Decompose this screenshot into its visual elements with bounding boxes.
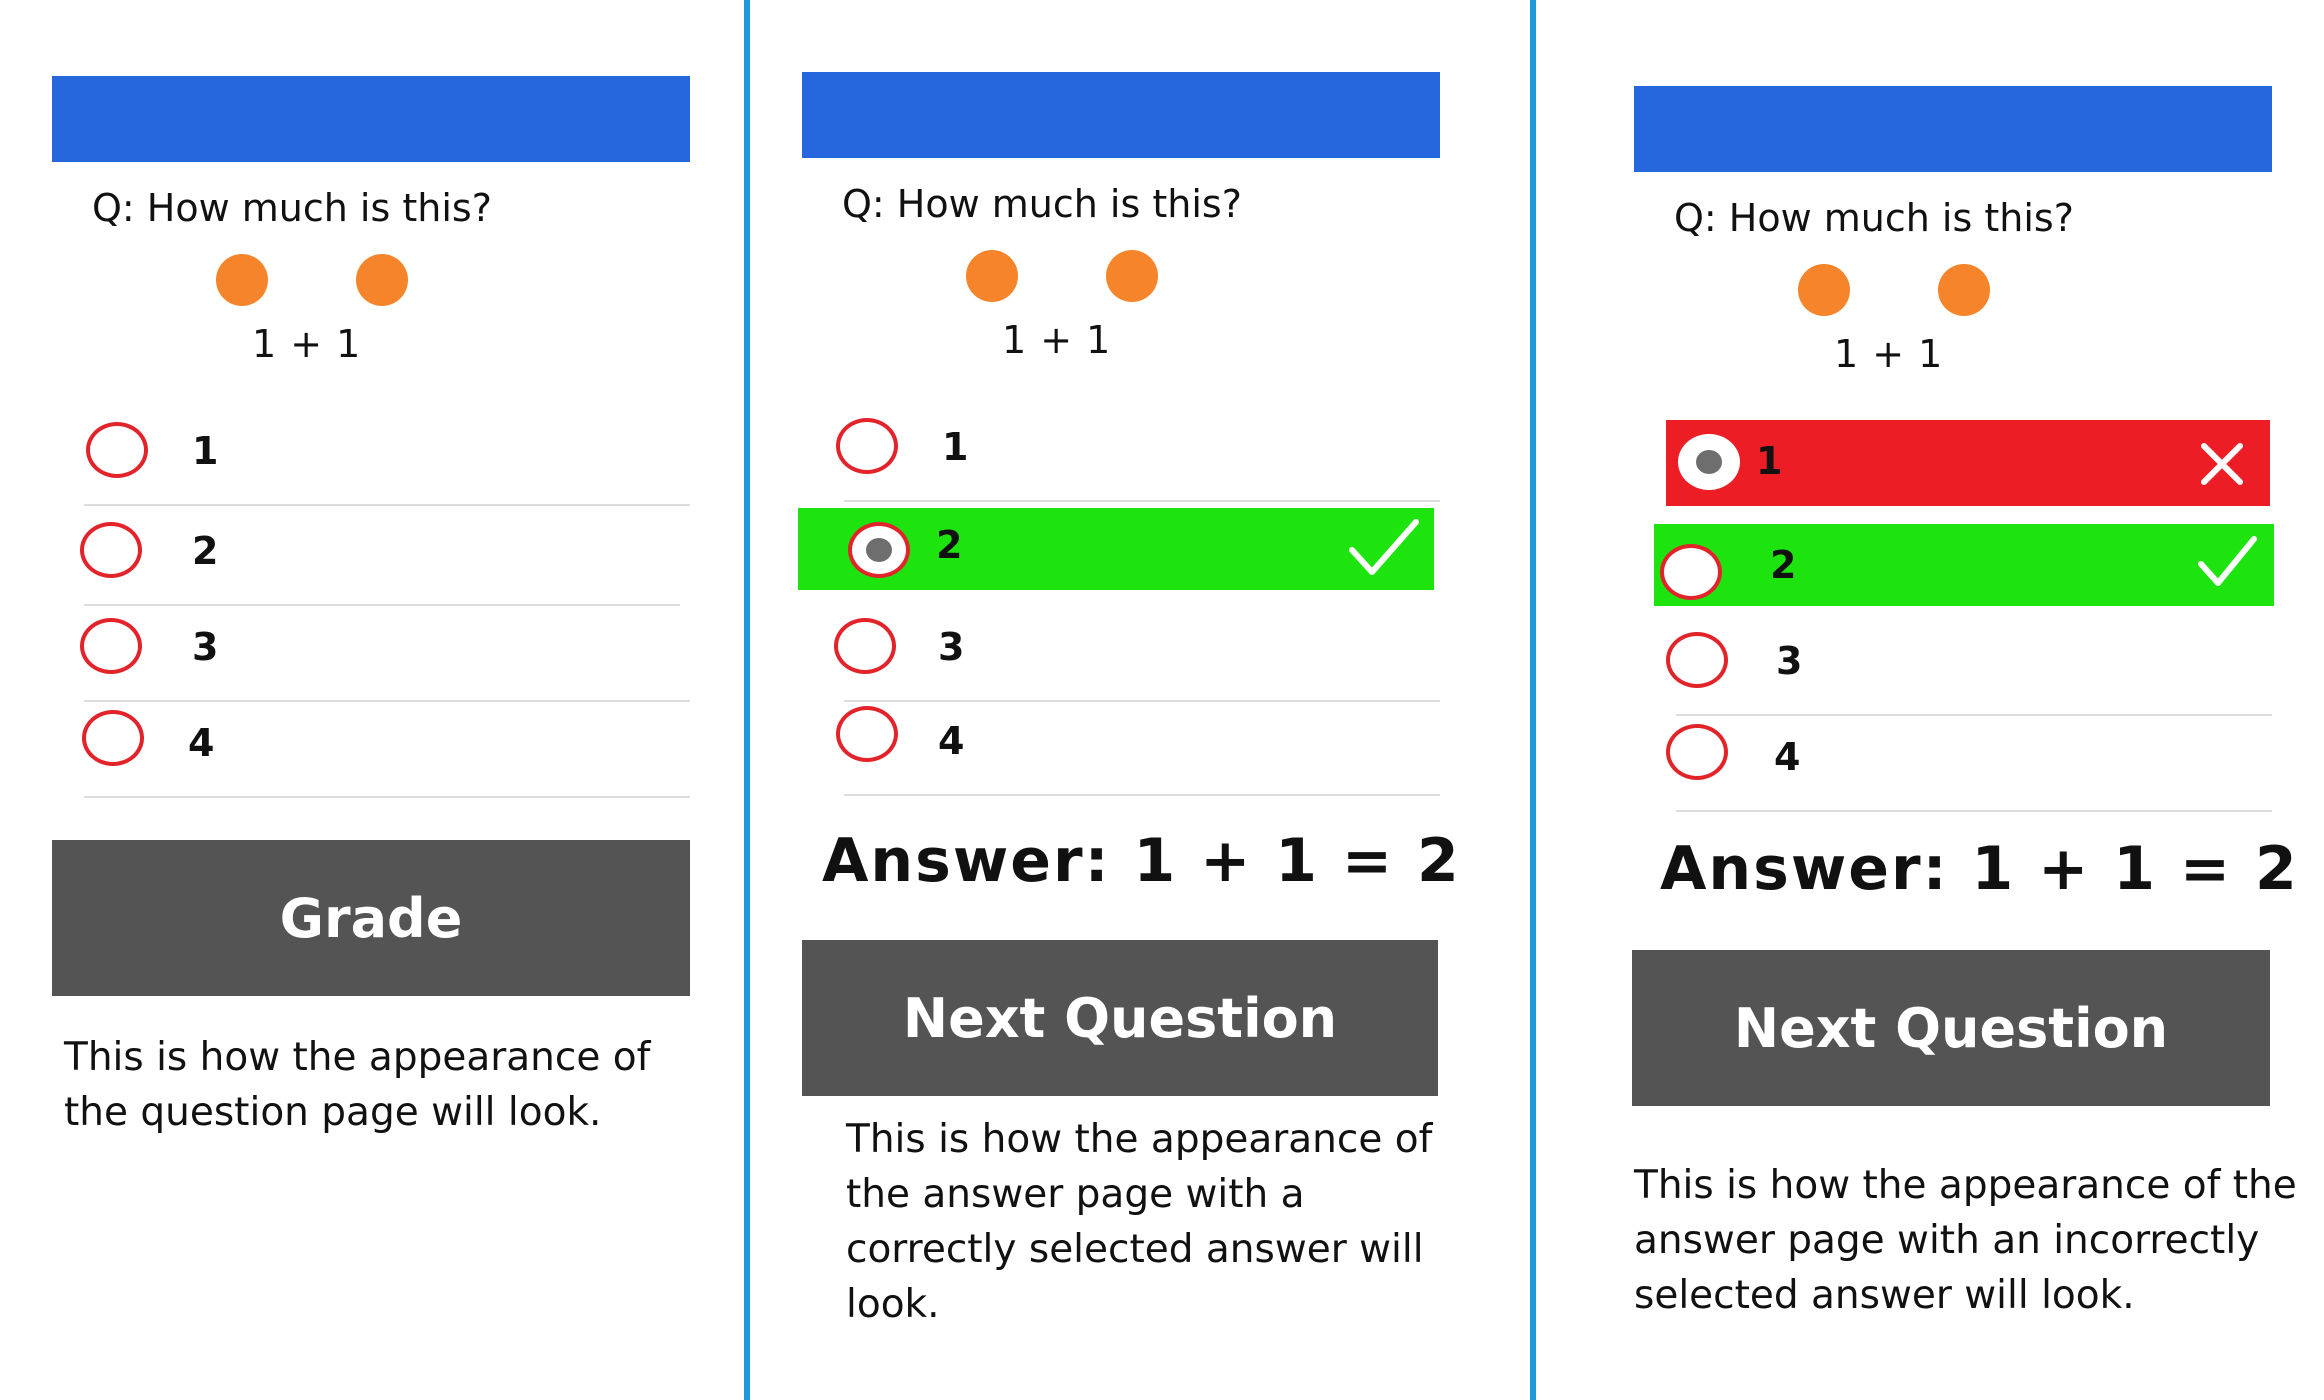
radio-button[interactable]: [834, 618, 896, 674]
counting-dot: [1938, 264, 1990, 316]
app-header-bar: [1634, 86, 2272, 172]
option-label: 3: [1776, 639, 1803, 683]
option-row-1[interactable]: 1: [830, 406, 1440, 502]
answer-text: Answer: 1 + 1 = 2: [822, 826, 1461, 896]
x-icon: [2201, 443, 2243, 485]
equation-text: 1 + 1: [252, 322, 362, 366]
next-question-button[interactable]: Next Question: [1632, 950, 2270, 1106]
next-question-button[interactable]: Next Question: [802, 940, 1438, 1096]
option-label: 3: [938, 625, 965, 669]
option-label: 1: [942, 425, 969, 469]
panel-caption: This is how the appearance of the questi…: [64, 1035, 651, 1135]
counting-dot: [1798, 264, 1850, 316]
checkmark-icon: [1349, 519, 1419, 575]
question-text: Q: How much is this?: [842, 182, 1242, 226]
option-label: 3: [192, 625, 219, 669]
app-header-bar: [802, 72, 1440, 158]
option-label: 4: [188, 721, 215, 765]
option-label: 4: [1774, 735, 1801, 779]
panel-caption: This is how the appearance of the answer…: [1634, 1163, 2297, 1318]
answer-text: Answer: 1 + 1 = 2: [1660, 834, 2299, 904]
radio-button[interactable]: [836, 706, 898, 762]
question-text: Q: How much is this?: [1674, 196, 2074, 240]
option-label: 2: [936, 523, 963, 567]
option-row-3[interactable]: 3: [70, 606, 690, 702]
equation-text: 1 + 1: [1002, 318, 1112, 362]
option-row-2-correct[interactable]: 2: [798, 508, 1434, 590]
radio-button-selected[interactable]: [1678, 434, 1740, 490]
app-header-bar: [52, 76, 690, 162]
radio-button[interactable]: [1660, 544, 1722, 600]
option-label: 4: [938, 719, 965, 763]
radio-button[interactable]: [836, 418, 898, 474]
correct-answer-panel: Q: How much is this? 1 + 1 1 2 3 4 Answe…: [750, 0, 1530, 1400]
option-row-4[interactable]: 4: [830, 700, 1440, 796]
radio-button[interactable]: [82, 710, 144, 766]
question-text: Q: How much is this?: [92, 186, 492, 230]
radio-button[interactable]: [1666, 632, 1728, 688]
option-row-2-correct[interactable]: 2: [1654, 524, 2274, 606]
radio-button[interactable]: [80, 522, 142, 578]
option-row-4[interactable]: 4: [1662, 716, 2272, 812]
radio-button[interactable]: [86, 422, 148, 478]
option-label: 1: [192, 429, 219, 473]
option-row-2[interactable]: 2: [70, 510, 680, 606]
counting-dot: [966, 250, 1018, 302]
option-row-3[interactable]: 3: [1662, 620, 2272, 716]
option-row-4[interactable]: 4: [70, 702, 690, 798]
panel-caption: This is how the appearance of the answer…: [846, 1117, 1433, 1327]
option-label: 1: [1756, 439, 1783, 483]
counting-dot: [1106, 250, 1158, 302]
option-label: 2: [1770, 543, 1797, 587]
grade-button[interactable]: Grade: [52, 840, 690, 996]
counting-dot: [216, 254, 268, 306]
option-label: 2: [192, 529, 219, 573]
radio-button[interactable]: [80, 618, 142, 674]
option-row-3[interactable]: 3: [830, 606, 1440, 702]
counting-dot: [356, 254, 408, 306]
radio-button-selected[interactable]: [848, 522, 910, 578]
option-row-1[interactable]: 1: [70, 410, 690, 506]
option-row-1-wrong[interactable]: 1: [1666, 420, 2270, 506]
checkmark-icon: [2198, 536, 2257, 586]
question-page-panel: Q: How much is this? 1 + 1 1 2 3 4 Grade…: [0, 0, 740, 1400]
equation-text: 1 + 1: [1834, 332, 1944, 376]
incorrect-answer-panel: Q: How much is this? 1 + 1 1 2 3 4 Answe…: [1536, 0, 2324, 1400]
radio-button[interactable]: [1666, 724, 1728, 780]
